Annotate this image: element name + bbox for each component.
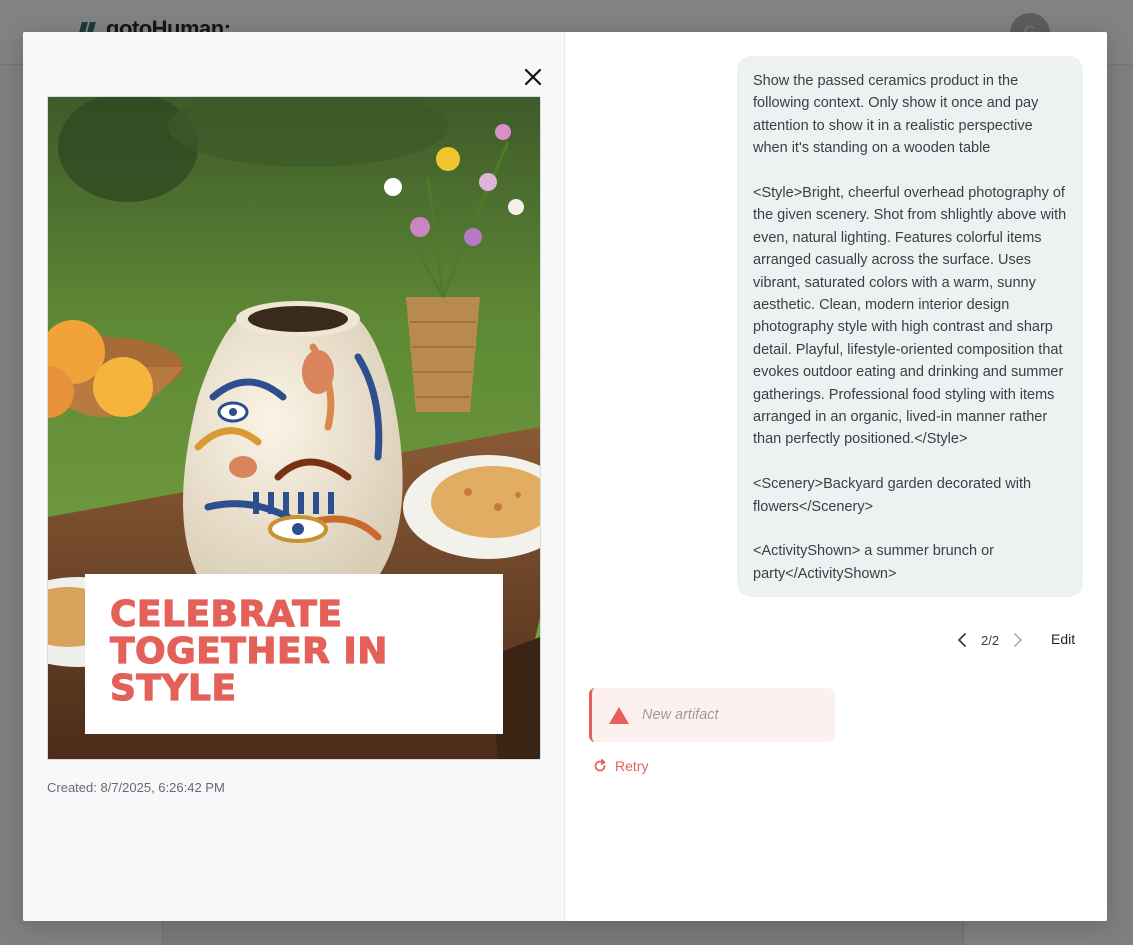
background-panel — [162, 921, 964, 945]
artifact-preview-pane: CELEBRATE TOGETHER IN STYLE Created: 8/7… — [23, 32, 565, 921]
version-pager: 2/2 — [951, 629, 1029, 651]
artifact-headline: CELEBRATE TOGETHER IN STYLE — [109, 594, 388, 709]
prompt-paragraph: <Scenery>Backyard garden decorated with … — [753, 476, 1032, 515]
chat-pane: Show the passed ceramics product in the … — [565, 32, 1107, 921]
prompt-paragraph: <Style>Bright, cheerful overhead photogr… — [753, 185, 1067, 448]
artifact-modal: CELEBRATE TOGETHER IN STYLE Created: 8/7… — [23, 32, 1107, 921]
new-artifact-label: New artifact — [642, 707, 719, 723]
artifact-banner: CELEBRATE TOGETHER IN STYLE — [85, 574, 503, 734]
next-version-button[interactable] — [1007, 629, 1029, 651]
previous-version-button[interactable] — [951, 629, 973, 651]
retry-label: Retry — [615, 758, 649, 774]
retry-button[interactable]: Retry — [593, 758, 648, 774]
close-button[interactable] — [522, 66, 544, 88]
close-icon — [524, 68, 542, 86]
version-count: 2/2 — [981, 632, 1000, 648]
prompt-paragraph: <ActivityShown> a summer brunch or party… — [753, 543, 994, 582]
refresh-icon — [594, 759, 606, 772]
created-timestamp: Created: 8/7/2025, 6:26:42 PM — [47, 780, 225, 795]
warning-triangle-icon — [609, 707, 629, 724]
prompt-message-bubble: Show the passed ceramics product in the … — [737, 56, 1083, 598]
chevron-left-icon — [958, 633, 966, 647]
chevron-right-icon — [1014, 633, 1022, 647]
artifact-image: CELEBRATE TOGETHER IN STYLE — [47, 96, 541, 760]
edit-button[interactable]: Edit — [1051, 631, 1075, 647]
prompt-paragraph: Show the passed ceramics product in the … — [753, 73, 1039, 157]
new-artifact-card[interactable]: New artifact — [589, 688, 835, 742]
